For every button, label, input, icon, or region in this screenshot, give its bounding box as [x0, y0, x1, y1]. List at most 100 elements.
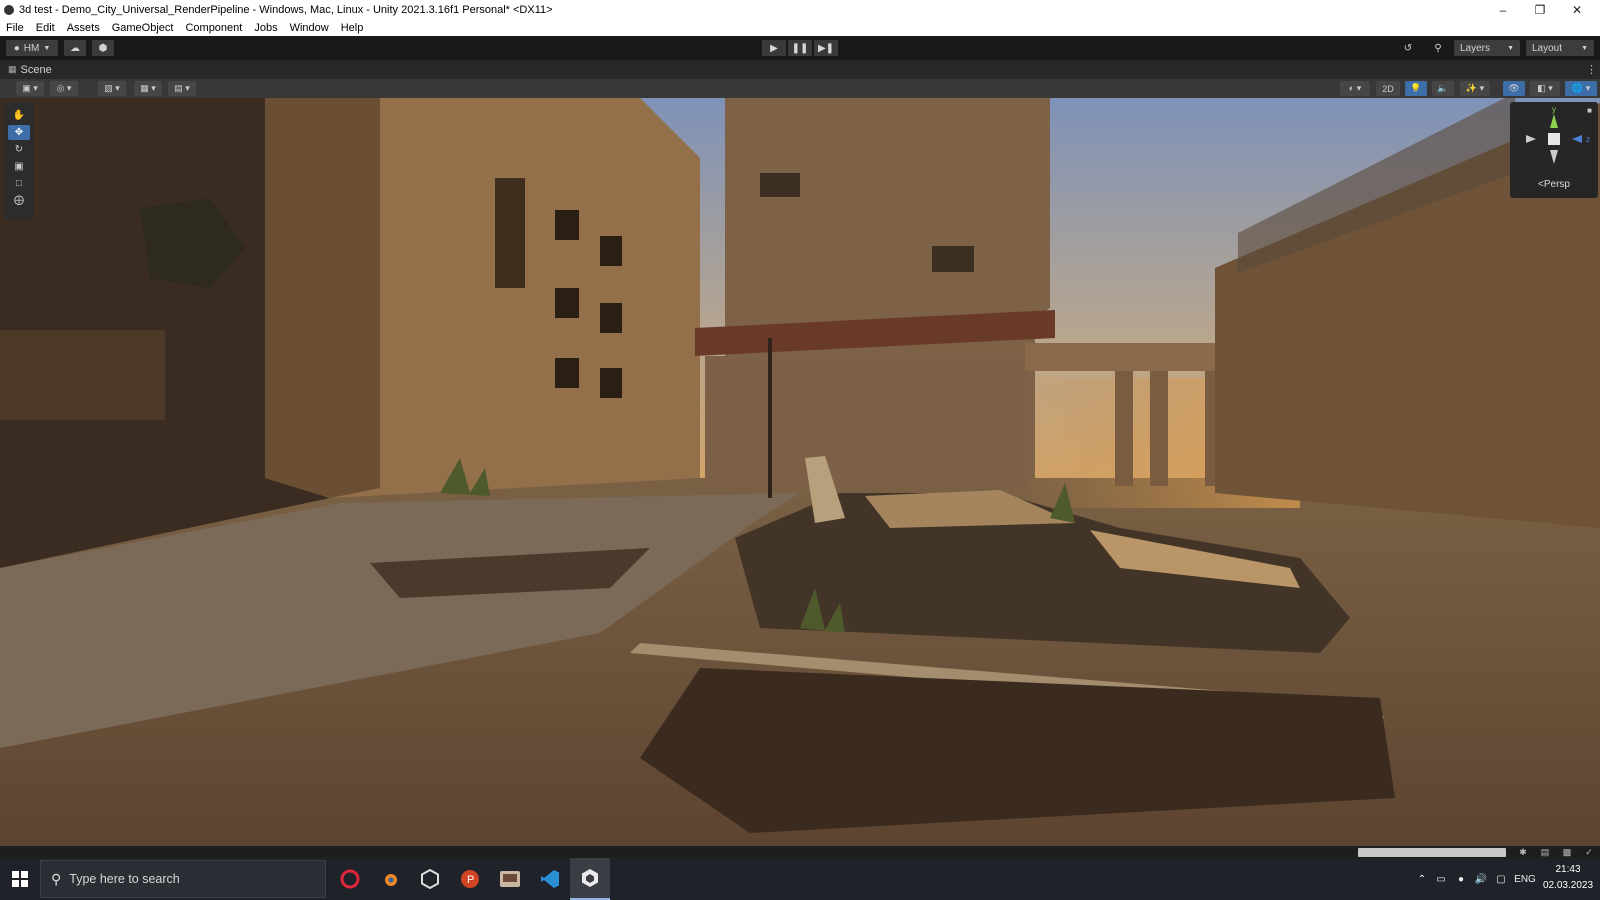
chevron-down-icon: ▼ — [43, 44, 51, 52]
gizmo-projection-label[interactable]: <Persp — [1510, 179, 1598, 190]
tray-expand-icon[interactable]: ⌃ — [1414, 858, 1430, 900]
axis-gizmo-icon: y z — [1526, 105, 1590, 164]
effects-icon[interactable]: ✨ ▾ — [1460, 81, 1490, 96]
building-window — [555, 358, 579, 388]
rotate-tool-icon[interactable]: ↻ — [8, 142, 30, 157]
play-icon[interactable]: ▶ — [762, 40, 786, 56]
bug-icon[interactable]: ✱ — [1516, 846, 1530, 858]
menu-edit[interactable]: Edit — [36, 22, 55, 34]
scene-viewport[interactable] — [0, 98, 1600, 846]
display-icon[interactable]: ▢ — [1492, 858, 1510, 900]
gizmo-z-label: z — [1586, 135, 1590, 144]
unity-app-icon — [4, 4, 14, 15]
vscode-icon[interactable] — [530, 858, 570, 900]
scene-grid-icon: ▦ — [8, 64, 17, 74]
menu-component[interactable]: Component — [185, 22, 242, 34]
scale-tool-icon[interactable]: ▣ — [8, 159, 30, 174]
scene-toolbar: ▣ ▾ ◎ ▾ ▧ ▾ ▦ ▾ ▤ ▾ ◐ ▾ 2D 💡 🔈 ✨ ▾ 👁 ◧ ▾… — [0, 79, 1600, 98]
building-window — [555, 210, 579, 240]
status-check-icon[interactable]: ✓ — [1582, 846, 1596, 858]
station-wall — [705, 356, 1030, 486]
toggle-2d-button[interactable]: 2D — [1376, 81, 1400, 96]
battery-icon[interactable]: ▭ — [1432, 858, 1450, 900]
menu-assets[interactable]: Assets — [67, 22, 100, 34]
building-window — [600, 303, 622, 333]
collab-icon[interactable]: ⬢ — [92, 40, 114, 56]
clock-date: 02.03.2023 — [1542, 880, 1594, 891]
scene-visibility-icon[interactable]: 👁 — [1503, 81, 1525, 96]
layout-label: Layout — [1532, 42, 1563, 54]
move-tool-icon[interactable]: ✥ — [8, 125, 30, 140]
orientation-gizmo[interactable]: y z ■ <Persp — [1510, 102, 1598, 198]
cloud-icon[interactable]: ☁ — [64, 40, 86, 56]
search-placeholder: Type here to search — [69, 872, 180, 886]
cache-icon[interactable]: ▤ — [1538, 846, 1552, 858]
progress-bar — [1358, 848, 1506, 857]
photo-app-icon[interactable] — [490, 858, 530, 900]
bridge-pillar — [1115, 371, 1133, 486]
unity-hub-icon[interactable] — [410, 858, 450, 900]
hand-tool-icon[interactable]: ✋ — [8, 108, 30, 123]
search-icon: ⚲ — [51, 870, 62, 887]
chevron-down-icon: ▼ — [1581, 44, 1588, 52]
network-icon[interactable]: ▩ — [1560, 846, 1574, 858]
global-pivot-icon[interactable]: ◎ ▾ — [50, 81, 78, 96]
lock-icon[interactable]: ■ — [1587, 106, 1592, 115]
rect-tool-icon[interactable]: □ — [8, 176, 30, 191]
account-label: HM — [23, 42, 40, 54]
language-indicator[interactable]: ENG — [1512, 858, 1538, 900]
account-dropdown[interactable]: ● HM ▼ — [6, 40, 58, 56]
menu-bar: File Edit Assets GameObject Component Jo… — [0, 19, 1600, 36]
audio-toggle-icon[interactable]: 🔈 — [1432, 81, 1454, 96]
editor-statusbar: ✱ ▤ ▩ ✓ — [0, 846, 1600, 858]
powerpoint-icon[interactable]: P — [450, 858, 490, 900]
window-titlebar: 3d test - Demo_City_Universal_RenderPipe… — [0, 0, 1600, 19]
taskbar-clock[interactable]: 21:43 02.03.2023 — [1540, 862, 1596, 894]
windows-start-icon[interactable] — [0, 858, 40, 900]
menu-jobs[interactable]: Jobs — [254, 22, 277, 34]
scene-render — [0, 98, 1600, 846]
volume-icon[interactable]: 🔊 — [1472, 858, 1490, 900]
snap-increment-icon[interactable]: ▧ ▾ — [98, 81, 126, 96]
history-icon[interactable]: ↺ — [1397, 40, 1419, 56]
layers-dropdown[interactable]: Layers ▼ — [1454, 40, 1520, 56]
camera-settings-icon[interactable]: ◧ ▾ — [1530, 81, 1560, 96]
step-icon[interactable]: ▶❚ — [814, 40, 838, 56]
scene-tab[interactable]: ▦ Scene ⋮ — [0, 60, 1600, 79]
opera-icon[interactable] — [330, 858, 370, 900]
tray-app-icon[interactable]: ● — [1452, 858, 1470, 900]
left-building-opening — [0, 330, 165, 420]
main-toolbar: ● HM ▼ ☁ ⬢ ▶ ❚❚ ▶❚ ↺ ⚲ Layers ▼ Layout ▼ — [0, 36, 1600, 60]
lighting-toggle-icon[interactable]: 💡 — [1405, 81, 1427, 96]
unity-icon[interactable] — [570, 858, 610, 900]
gizmos-icon[interactable]: 🌐 ▾ — [1565, 81, 1597, 96]
blender-icon[interactable] — [370, 858, 410, 900]
building-window — [600, 368, 622, 398]
menu-help[interactable]: Help — [341, 22, 364, 34]
svg-text:P: P — [467, 874, 474, 886]
shading-mode-icon[interactable]: ◐ ▾ — [1340, 81, 1370, 96]
window-title: 3d test - Demo_City_Universal_RenderPipe… — [19, 3, 553, 16]
scene-tool-palette: ✋ ✥ ↻ ▣ □ ⨁ — [4, 102, 34, 220]
more-options-icon[interactable]: ⋮ — [1586, 63, 1597, 76]
transform-tool-icon[interactable]: ⨁ — [8, 193, 30, 208]
grid-snap-icon[interactable]: ▦ ▾ — [134, 81, 162, 96]
windows-taskbar: ⚲ Type here to search P ⌃ ▭ ● 🔊 ▢ ENG 21… — [0, 858, 1600, 900]
chevron-down-icon: ▼ — [1507, 44, 1514, 52]
menu-window[interactable]: Window — [290, 22, 329, 34]
align-icon[interactable]: ▤ ▾ — [168, 81, 196, 96]
pause-icon[interactable]: ❚❚ — [788, 40, 812, 56]
building-window — [495, 178, 525, 288]
menu-file[interactable]: File — [6, 22, 24, 34]
taskbar-search-input[interactable]: ⚲ Type here to search — [40, 860, 326, 898]
close-icon[interactable]: ✕ — [1554, 0, 1600, 19]
clock-time: 21:43 — [1555, 864, 1581, 875]
menu-gameobject[interactable]: GameObject — [112, 22, 174, 34]
bridge-pillar — [1150, 371, 1168, 486]
beige-building-shadow — [265, 98, 380, 498]
tower-window — [760, 173, 800, 197]
search-icon[interactable]: ⚲ — [1427, 40, 1449, 56]
persp-label: Persp — [1543, 179, 1570, 190]
draw-mode-icon[interactable]: ▣ ▾ — [16, 81, 44, 96]
layout-dropdown[interactable]: Layout ▼ — [1526, 40, 1594, 56]
